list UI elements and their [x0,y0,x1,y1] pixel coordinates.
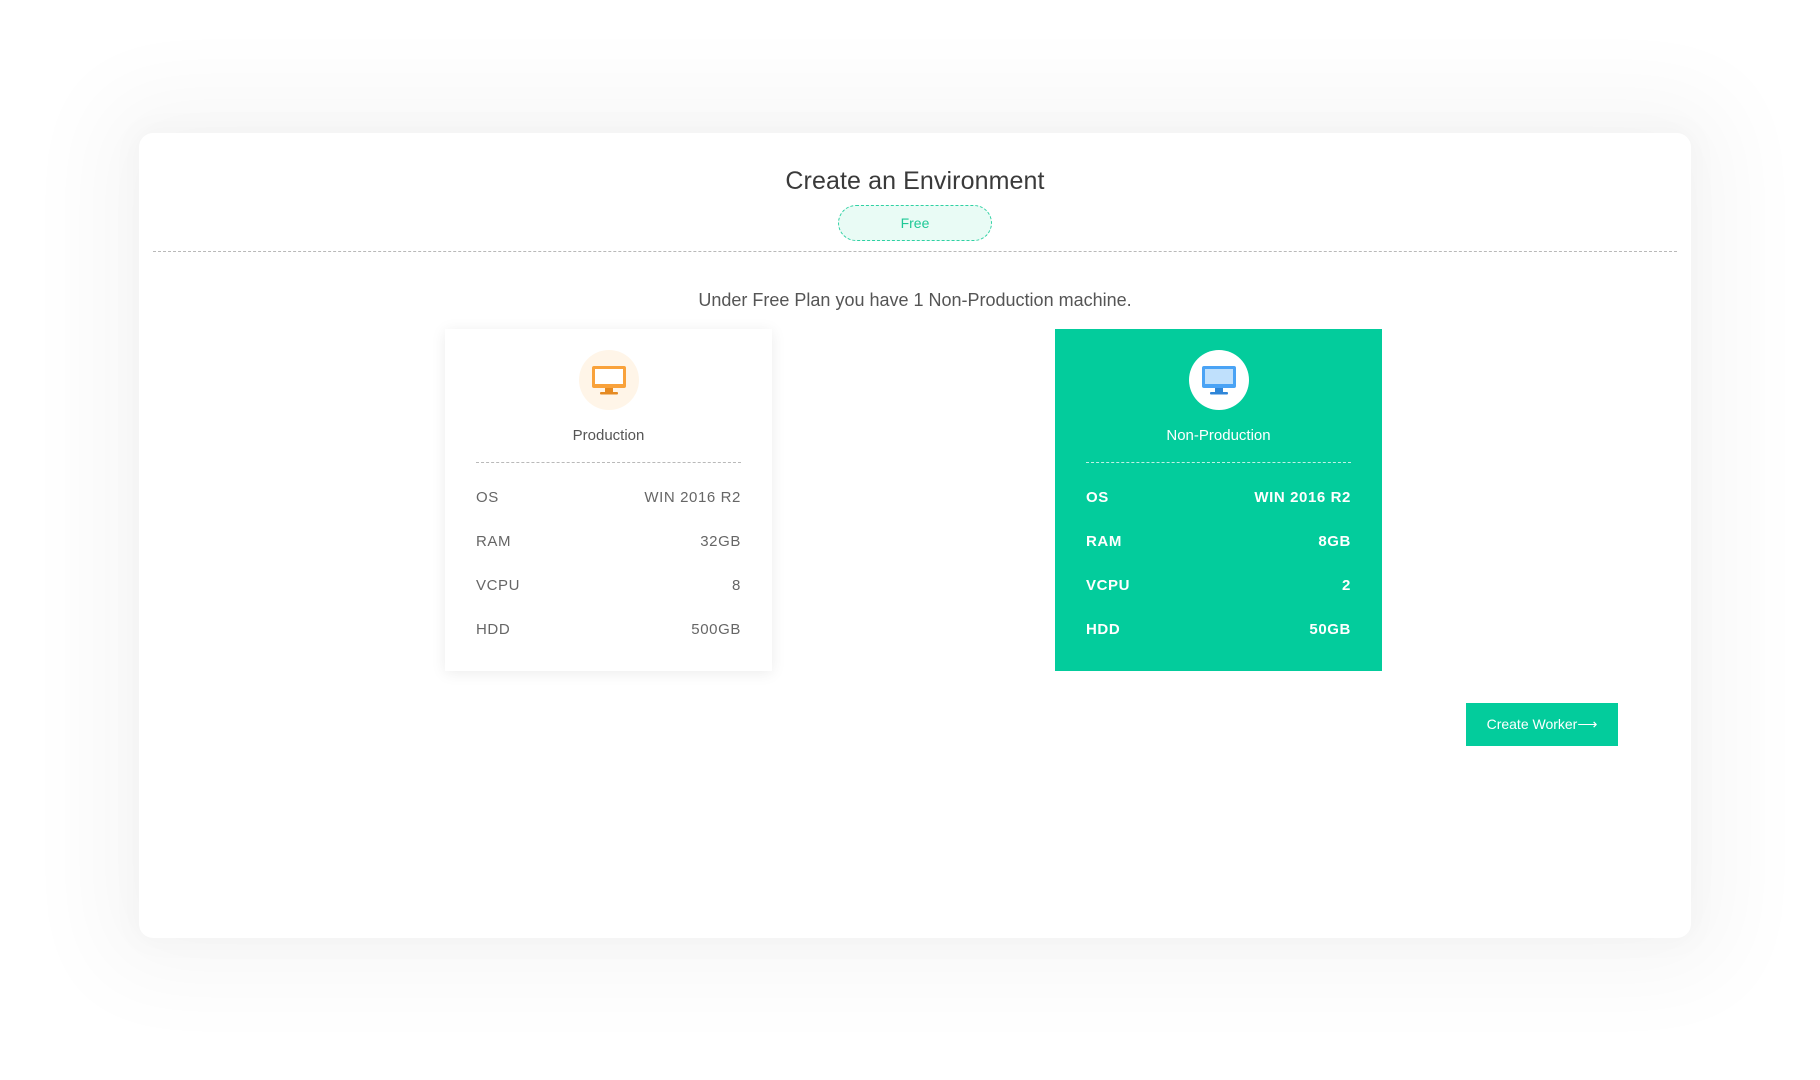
spec-label: RAM [476,533,512,550]
spec-row-ram: RAM 32GB [476,533,741,577]
spec-list: OS WIN 2016 R2 RAM 32GB VCPU 8 HDD 500GB [476,489,741,665]
production-card[interactable]: Production OS WIN 2016 R2 RAM 32GB VCPU … [445,329,772,671]
spec-row-hdd: HDD 50GB [1086,621,1351,665]
header-divider [153,251,1677,252]
spec-row-hdd: HDD 500GB [476,621,741,665]
card-title: Production [572,427,645,444]
spec-row-vcpu: VCPU 2 [1086,577,1351,621]
card-title: Non-Production [1166,427,1271,444]
spec-row-vcpu: VCPU 8 [476,577,741,621]
spec-label: VCPU [476,577,521,594]
monitor-icon [578,350,639,410]
non-production-card[interactable]: Non-Production OS WIN 2016 R2 RAM 8GB VC… [1055,329,1382,671]
spec-value: 500GB [691,621,741,638]
spec-label: RAM [1086,533,1122,550]
spec-label: HDD [476,621,511,638]
page-title: Create an Environment [785,167,1045,195]
page-frame: Create an Environment Free Under Free Pl… [0,0,1820,1080]
plan-info-text: Under Free Plan you have 1 Non-Productio… [698,290,1132,310]
spec-value: WIN 2016 R2 [1254,489,1351,506]
spec-row-os: OS WIN 2016 R2 [1086,489,1351,533]
create-environment-panel: Create an Environment Free Under Free Pl… [139,133,1691,938]
spec-list: OS WIN 2016 R2 RAM 8GB VCPU 2 HDD 50GB [1086,489,1351,665]
card-divider [476,462,741,463]
spec-row-os: OS WIN 2016 R2 [476,489,741,533]
spec-value: 2 [1342,577,1351,594]
spec-value: 32GB [700,533,741,550]
spec-value: WIN 2016 R2 [644,489,741,506]
card-divider [1086,462,1351,463]
plan-badge: Free [838,205,992,241]
spec-label: HDD [1086,621,1121,638]
spec-value: 8GB [1318,533,1351,550]
spec-value: 8 [732,577,741,594]
spec-label: OS [1086,489,1109,506]
spec-label: OS [476,489,499,506]
create-worker-button[interactable]: Create Worker⟶ [1466,703,1618,746]
spec-row-ram: RAM 8GB [1086,533,1351,577]
spec-value: 50GB [1309,621,1351,638]
monitor-icon [1188,350,1249,410]
spec-label: VCPU [1086,577,1131,594]
